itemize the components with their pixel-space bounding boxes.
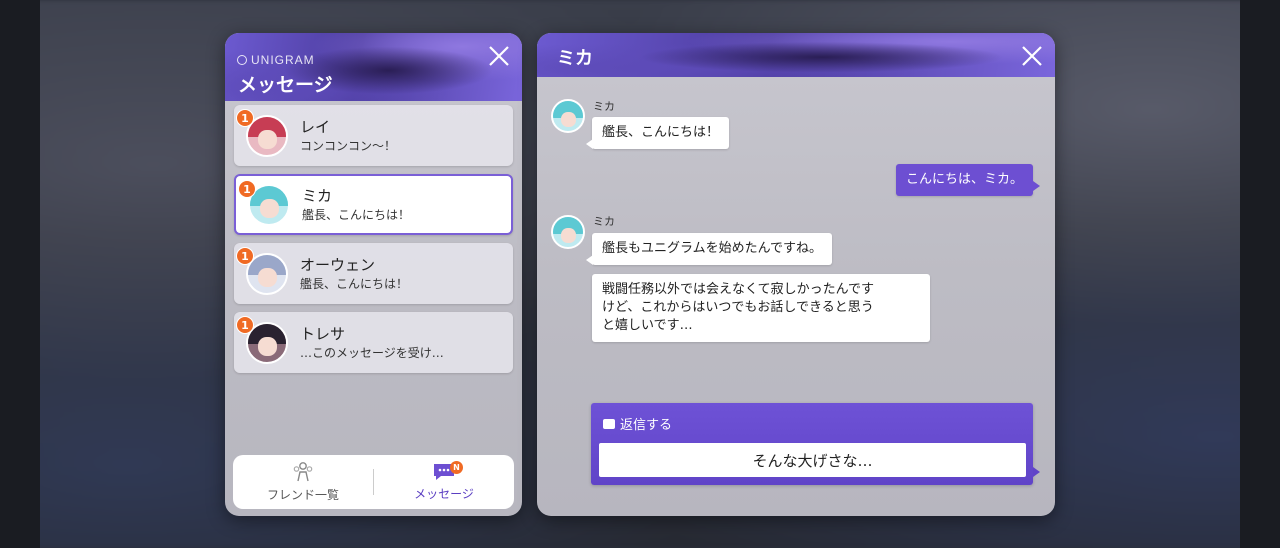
list-panel-title: メッセージ (238, 74, 333, 96)
reply-header: 返信する (603, 414, 672, 433)
contact-preview: コンコンコン〜！ (300, 138, 397, 153)
contact-name: ミカ (302, 186, 333, 205)
message-line: 戦闘任務以外では会えなくて寂しかったんです (602, 282, 874, 297)
message-list-panel: UNIGRAM メッセージ 1 レイ コンコンコン〜！ 1 ミカ 艦長、こんにち… (225, 33, 522, 516)
contact-name: オーウェン (300, 255, 376, 274)
tab-friend-list-label: フレンド一覧 (266, 488, 339, 502)
incoming-message: 艦長もユニグラムを始めたんですね。 (586, 233, 832, 265)
friends-icon (293, 462, 313, 482)
tab-friend-list[interactable]: フレンド一覧 (233, 455, 373, 509)
sender-avatar (551, 215, 585, 249)
brand-name: UNIGRAM (251, 53, 315, 67)
contact-preview: …このメッセージを受け… (300, 345, 444, 360)
new-badge: N (450, 461, 463, 474)
list-panel-header: UNIGRAM メッセージ (225, 33, 522, 101)
outgoing-message: こんにちは、ミカ。 (895, 164, 1041, 196)
reply-header-label: 返信する (620, 418, 673, 433)
tab-messages[interactable]: N メッセージ (374, 455, 514, 509)
unread-badge: 1 (238, 180, 256, 198)
tab-messages-label: メッセージ (414, 487, 474, 501)
unigram-logo-icon (237, 55, 247, 65)
unread-badge: 1 (236, 316, 254, 334)
incoming-message: 戦闘任務以外では会えなくて寂しかったんです けど、これからはいつでもお話しできる… (592, 274, 930, 342)
contact-name: トレサ (300, 324, 346, 343)
bottom-nav: フレンド一覧 N メッセージ (233, 455, 514, 509)
sender-name: ミカ (593, 100, 615, 113)
close-icon (489, 46, 509, 66)
screen-edge-left (0, 0, 40, 548)
message-line: けど、これからはいつでもお話しできると思う (602, 300, 874, 315)
contact-preview: 艦長、こんにちは！ (300, 276, 409, 291)
sender-name: ミカ (593, 215, 615, 228)
message-line: と嬉しいです… (602, 318, 693, 333)
contact-item-rei[interactable]: 1 レイ コンコンコン〜！ (234, 105, 513, 166)
contact-item-owen[interactable]: 1 オーウェン 艦長、こんにちは！ (234, 243, 513, 304)
reply-option-button[interactable]: そんな大げさな… (599, 443, 1026, 477)
sender-avatar (551, 99, 585, 133)
contact-name: レイ (300, 117, 331, 136)
contact-item-tresa[interactable]: 1 トレサ …このメッセージを受け… (234, 312, 513, 373)
incoming-message: 艦長、こんにちは！ (585, 117, 730, 149)
close-chat-button[interactable] (1020, 44, 1044, 68)
chat-title: ミカ (557, 48, 593, 69)
close-icon (1022, 46, 1042, 66)
reply-chat-icon (603, 414, 615, 429)
screen-edge-right (1240, 0, 1280, 548)
chat-panel: ミカ ミカ 艦長、こんにちは！ こんにちは、ミカ。 ミカ 艦長もユニグラムを始め… (537, 33, 1055, 516)
unread-badge: 1 (236, 247, 254, 265)
contact-preview: 艦長、こんにちは！ (302, 207, 411, 222)
close-list-button[interactable] (487, 44, 511, 68)
chat-area: ミカ 艦長、こんにちは！ こんにちは、ミカ。 ミカ 艦長もユニグラムを始めたんで… (537, 77, 1055, 516)
brand-logo: UNIGRAM (237, 53, 315, 67)
contact-item-mika[interactable]: 1 ミカ 艦長、こんにちは！ (234, 174, 513, 235)
contact-list: 1 レイ コンコンコン〜！ 1 ミカ 艦長、こんにちは！ 1 オーウェン 艦長、… (234, 105, 513, 381)
reply-box: 返信する そんな大げさな… (591, 403, 1040, 485)
chat-panel-header: ミカ (537, 33, 1055, 77)
unread-badge: 1 (236, 109, 254, 127)
